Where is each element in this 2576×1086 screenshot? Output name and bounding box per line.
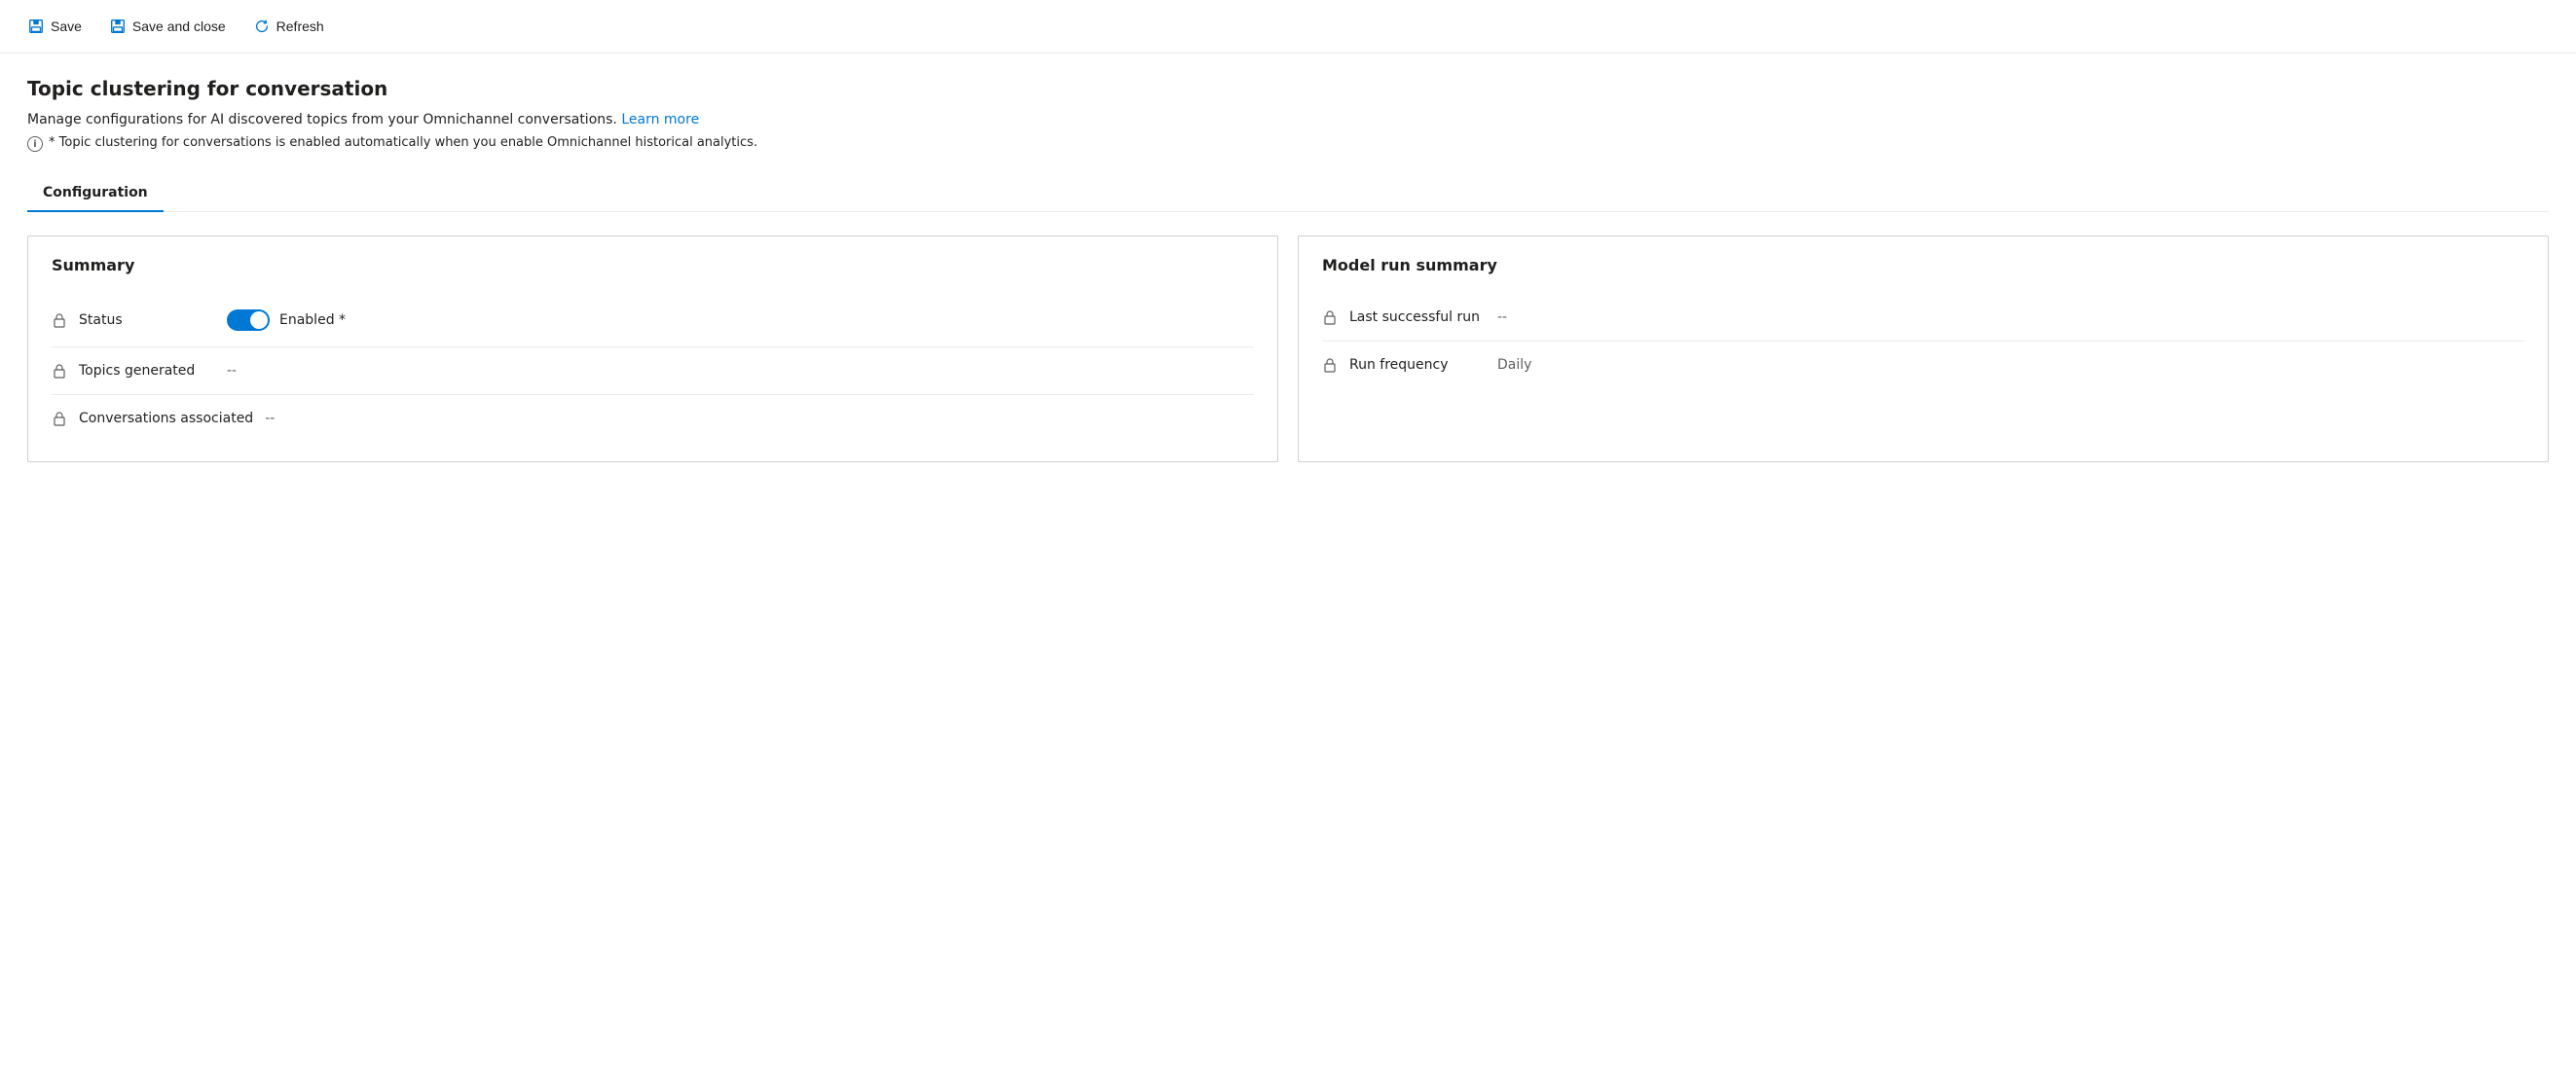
tab-configuration[interactable]: Configuration [27,175,164,212]
toolbar: Save Save and close Refresh [0,0,2576,54]
page-description: Manage configurations for AI discovered … [27,112,2549,127]
toggle-label: Enabled * [279,312,346,328]
save-close-button[interactable]: Save and close [97,12,238,41]
cards-container: Summary Status Enabled * [27,235,2549,462]
page-title: Topic clustering for conversation [27,77,2549,100]
topics-generated-row: Topics generated -- [52,347,1254,395]
status-field-row: Status Enabled * [52,294,1254,347]
lock-icon-frequency [1322,357,1338,373]
description-text: Manage configurations for AI discovered … [27,112,617,127]
learn-more-link[interactable]: Learn more [621,112,699,127]
topics-generated-label: Topics generated [79,363,215,379]
run-frequency-label: Run frequency [1349,357,1486,373]
save-button[interactable]: Save [16,12,93,41]
info-row: i * Topic clustering for conversations i… [27,135,2549,152]
save-label: Save [51,18,82,34]
toggle-thumb [250,311,268,329]
refresh-icon [253,18,271,35]
summary-card: Summary Status Enabled * [27,235,1278,462]
summary-card-title: Summary [52,256,1254,274]
save-icon [27,18,45,35]
save-close-label: Save and close [132,18,226,34]
status-toggle[interactable] [227,309,270,331]
info-text: * Topic clustering for conversations is … [49,135,757,150]
lock-icon-conversations [52,411,67,426]
last-run-value: -- [1497,309,1507,325]
conversations-associated-value: -- [265,411,275,426]
refresh-label: Refresh [276,18,324,34]
refresh-button[interactable]: Refresh [241,12,336,41]
info-icon: i [27,136,43,152]
last-run-row: Last successful run -- [1322,294,2524,342]
model-run-card-title: Model run summary [1322,256,2524,274]
save-close-icon [109,18,127,35]
tabs: Configuration [27,175,2549,212]
model-run-card: Model run summary Last successful run --… [1298,235,2549,462]
lock-icon-last-run [1322,309,1338,325]
status-label: Status [79,312,215,328]
lock-icon-status [52,312,67,328]
conversations-associated-row: Conversations associated -- [52,395,1254,442]
run-frequency-value: Daily [1497,357,1531,373]
lock-icon-topics [52,363,67,379]
toggle-container: Enabled * [227,309,346,331]
last-run-label: Last successful run [1349,309,1486,325]
run-frequency-row: Run frequency Daily [1322,342,2524,388]
page-content: Topic clustering for conversation Manage… [0,54,2576,486]
topics-generated-value: -- [227,363,237,379]
conversations-associated-label: Conversations associated [79,411,253,426]
